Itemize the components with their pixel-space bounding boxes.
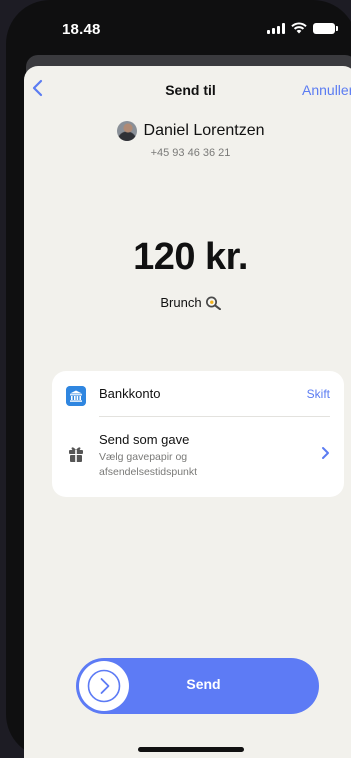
- device-background: 18.48 Send til Annuller Daniel Lorentzen…: [0, 0, 351, 758]
- status-bar: 18.48: [6, 0, 351, 58]
- recipient-name: Daniel Lorentzen: [143, 122, 265, 139]
- payment-note: Brunch: [24, 295, 351, 310]
- gift-subtitle: Vælg gavepapir og afsendelsestidspunkt: [99, 451, 198, 478]
- recipient: Daniel Lorentzen: [24, 121, 351, 141]
- avatar: [116, 121, 137, 141]
- chevron-right-icon: [322, 447, 329, 459]
- send-as-gift-row[interactable]: Send som gave Vælg gavepapir og afsendel…: [52, 417, 344, 497]
- status-icons: [267, 22, 338, 34]
- bank-account-row[interactable]: Bankkonto Skift: [52, 371, 344, 417]
- status-time: 18.48: [62, 21, 101, 38]
- payment-amount: 120 kr.: [133, 236, 248, 278]
- signal-icon: [267, 22, 285, 34]
- home-indicator: [138, 747, 244, 752]
- gift-icon: [69, 447, 83, 462]
- cancel-button[interactable]: Annuller: [302, 82, 351, 98]
- gift-title: Send som gave: [99, 432, 190, 447]
- payment-note-text: Brunch: [160, 295, 202, 310]
- send-button-label: Send: [186, 676, 221, 692]
- battery-icon: [313, 22, 338, 34]
- phone-frame: 18.48 Send til Annuller Daniel Lorentzen…: [6, 0, 351, 758]
- recipient-phone: +45 93 46 36 21: [150, 147, 231, 159]
- wifi-icon: [291, 22, 307, 34]
- change-account-button[interactable]: Skift: [307, 387, 330, 401]
- bank-icon: [66, 386, 86, 406]
- frying-pan-egg-icon: [205, 296, 221, 310]
- send-slider[interactable]: Send: [76, 658, 319, 714]
- bank-account-label: Bankkonto: [99, 386, 161, 401]
- send-sheet: Send til Annuller Daniel Lorentzen +45 9…: [24, 66, 351, 758]
- payment-options-card: Bankkonto Skift Send som gave Vælg gavep…: [52, 371, 344, 497]
